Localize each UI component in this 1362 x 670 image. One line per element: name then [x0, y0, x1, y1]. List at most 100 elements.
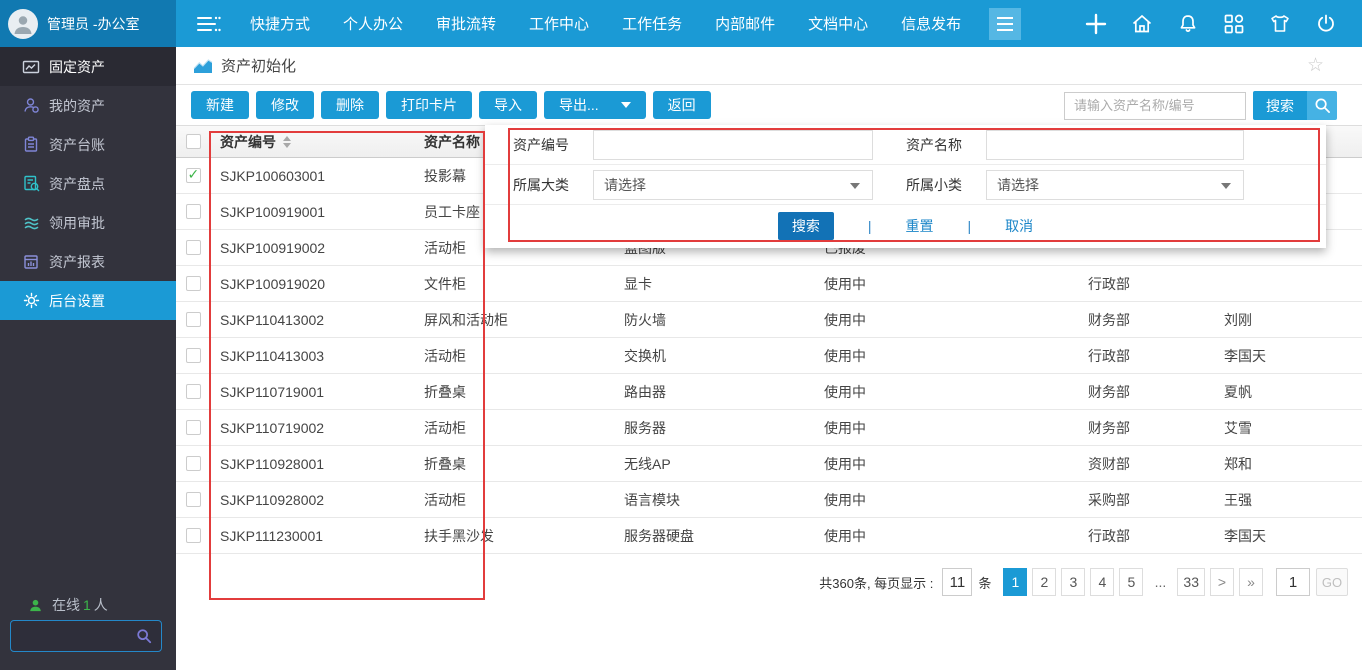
filter-search-button[interactable]: 搜索: [778, 212, 834, 240]
cell-status: 使用中: [824, 338, 1088, 373]
user-name: 管理员 -办公室: [47, 14, 140, 34]
新建-button[interactable]: 新建: [191, 91, 249, 119]
row-checkbox[interactable]: [186, 168, 201, 183]
apps-icon[interactable]: [1222, 12, 1246, 36]
goto-page-input[interactable]: [1276, 568, 1310, 596]
filter-cancel-button[interactable]: 取消: [1005, 216, 1033, 236]
plus-icon[interactable]: [1084, 12, 1108, 36]
menu-item-文档中心[interactable]: 文档中心: [808, 13, 868, 34]
row-checkbox[interactable]: [186, 204, 201, 219]
select-all-checkbox[interactable]: [186, 134, 201, 149]
cell-name2: 防火墙: [624, 302, 820, 337]
theme-icon[interactable]: [1268, 12, 1292, 36]
row-checkbox[interactable]: [186, 528, 201, 543]
my-asset-icon: [22, 97, 40, 115]
sidebar-item-资产报表[interactable]: 资产报表: [0, 242, 176, 281]
删除-button[interactable]: 删除: [321, 91, 379, 119]
menu-item-工作中心[interactable]: 工作中心: [529, 13, 589, 34]
page-button-5[interactable]: 5: [1119, 568, 1143, 596]
home-icon[interactable]: [1130, 12, 1154, 36]
导入-button[interactable]: 导入: [479, 91, 537, 119]
major-category-label: 所属大类: [513, 175, 593, 195]
collapse-menu-icon[interactable]: [196, 14, 222, 34]
menu-item-快捷方式[interactable]: 快捷方式: [250, 13, 310, 34]
filter-asset-code-input[interactable]: [593, 130, 873, 160]
cell-code: SJKP110413003: [220, 338, 420, 373]
table-row[interactable]: SJKP110413003活动柜交换机使用中行政部李国天: [176, 338, 1362, 374]
page-button-1[interactable]: 1: [1003, 568, 1027, 596]
sidebar-item-资产台账[interactable]: 资产台账: [0, 125, 176, 164]
row-checkbox[interactable]: [186, 348, 201, 363]
bell-icon[interactable]: [1176, 12, 1200, 36]
sidebar-item-我的资产[interactable]: 我的资产: [0, 86, 176, 125]
power-icon[interactable]: [1314, 12, 1338, 36]
cell-code: SJKP110928001: [220, 446, 420, 481]
minor-category-select[interactable]: 请选择: [986, 170, 1244, 200]
sidebar-search: [10, 620, 162, 652]
row-checkbox[interactable]: [186, 276, 201, 291]
sidebar-item-label: 我的资产: [49, 96, 105, 116]
sidebar-item-固定资产[interactable]: 固定资产: [0, 47, 176, 86]
sort-icon[interactable]: [283, 136, 291, 148]
page-button-2[interactable]: 2: [1032, 568, 1056, 596]
sidebar-item-后台设置[interactable]: 后台设置: [0, 281, 176, 320]
table-row[interactable]: SJKP100919020文件柜显卡使用中行政部: [176, 266, 1362, 302]
修改-button[interactable]: 修改: [256, 91, 314, 119]
cell-name: 活动柜: [424, 338, 620, 373]
filter-reset-button[interactable]: 重置: [906, 216, 934, 236]
user-brand[interactable]: 管理员 -办公室: [0, 0, 176, 47]
cell-code: SJKP100919020: [220, 266, 420, 301]
table-row[interactable]: SJKP110719001折叠桌路由器使用中财务部夏帆: [176, 374, 1362, 410]
menu-toggle-button[interactable]: [989, 8, 1021, 40]
menu-item-工作任务[interactable]: 工作任务: [622, 13, 682, 34]
row-checkbox[interactable]: [186, 240, 201, 255]
table-row[interactable]: SJKP111230001扶手黑沙发服务器硬盘使用中行政部李国天: [176, 518, 1362, 554]
major-category-select[interactable]: 请选择: [593, 170, 873, 200]
avatar: [8, 9, 38, 39]
sidebar-item-资产盘点[interactable]: 资产盘点: [0, 164, 176, 203]
toolbar: 新建修改删除打印卡片导入 导出... 返回 搜索: [176, 85, 1362, 125]
row-checkbox[interactable]: [186, 312, 201, 327]
table-row[interactable]: SJKP110413002屏风和活动柜防火墙使用中财务部刘刚: [176, 302, 1362, 338]
inventory-icon: [22, 175, 40, 193]
cell-dept: 财务部: [1088, 302, 1224, 337]
page-button-33[interactable]: 33: [1177, 568, 1205, 596]
header-asset-code[interactable]: 资产编号: [220, 126, 420, 157]
cell-code: SJKP111230001: [220, 518, 420, 553]
page-button-3[interactable]: 3: [1061, 568, 1085, 596]
row-checkbox[interactable]: [186, 492, 201, 507]
filter-asset-name-input[interactable]: [986, 130, 1244, 160]
sidebar-item-领用审批[interactable]: 领用审批: [0, 203, 176, 242]
row-checkbox[interactable]: [186, 456, 201, 471]
asset-search-input[interactable]: [1064, 92, 1246, 120]
export-button[interactable]: 导出...: [544, 91, 646, 119]
page-size-input[interactable]: [942, 568, 972, 596]
table-row[interactable]: SJKP110719002活动柜服务器使用中财务部艾雪: [176, 410, 1362, 446]
page-button-4[interactable]: 4: [1090, 568, 1114, 596]
go-button[interactable]: GO: [1316, 568, 1348, 596]
search-button[interactable]: 搜索: [1253, 91, 1337, 120]
row-checkbox[interactable]: [186, 384, 201, 399]
row-checkbox[interactable]: [186, 420, 201, 435]
打印卡片-button[interactable]: 打印卡片: [386, 91, 472, 119]
sidebar-search-icon[interactable]: [136, 628, 152, 644]
cell-name2: 服务器硬盘: [624, 518, 820, 553]
sidebar-search-input[interactable]: [11, 629, 136, 644]
menu-item-个人办公[interactable]: 个人办公: [343, 13, 403, 34]
menu-item-审批流转[interactable]: 审批流转: [436, 13, 496, 34]
chevron-down-icon: [1221, 183, 1231, 189]
cell-code: SJKP110928002: [220, 482, 420, 517]
cell-user: 王强: [1224, 482, 1362, 517]
cell-status: 使用中: [824, 302, 1088, 337]
menu-item-内部邮件[interactable]: 内部邮件: [715, 13, 775, 34]
back-button[interactable]: 返回: [653, 91, 711, 119]
chevron-down-icon: [850, 183, 860, 189]
next-page-button[interactable]: >: [1210, 568, 1234, 596]
cell-dept: 行政部: [1088, 338, 1224, 373]
cell-user: 郑和: [1224, 446, 1362, 481]
last-page-button[interactable]: »: [1239, 568, 1263, 596]
menu-item-信息发布[interactable]: 信息发布: [901, 13, 961, 34]
table-row[interactable]: SJKP110928002活动柜语言模块使用中采购部王强: [176, 482, 1362, 518]
favorite-star-icon[interactable]: ☆: [1307, 54, 1324, 77]
table-row[interactable]: SJKP110928001折叠桌无线AP使用中资财部郑和: [176, 446, 1362, 482]
